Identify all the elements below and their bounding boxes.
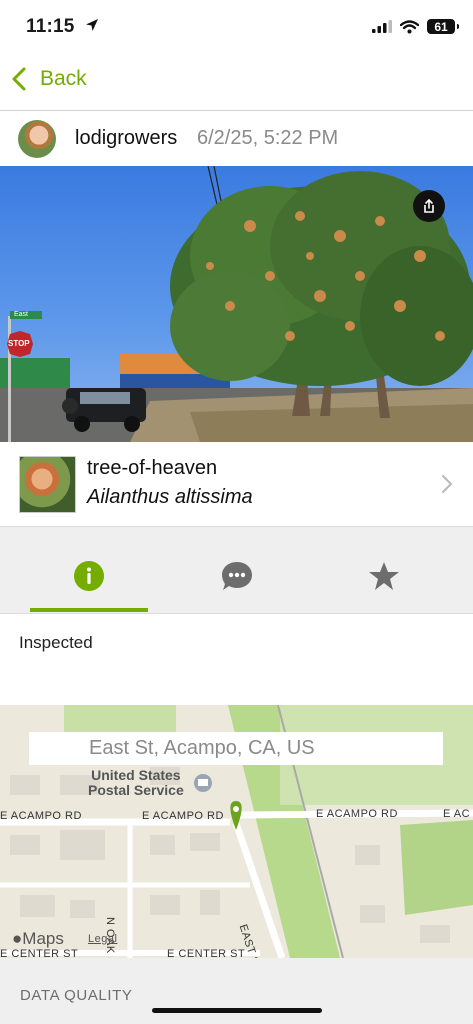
maps-attribution: ●Maps — [12, 929, 64, 948]
status-indicators: 61 — [372, 19, 459, 34]
share-button[interactable] — [413, 190, 445, 222]
divider — [0, 110, 473, 111]
taxon-scientific-name[interactable]: Ailanthus altissima — [87, 486, 253, 509]
username[interactable]: lodigrowers — [75, 127, 177, 150]
location-name: East St, Acampo, CA, US — [89, 737, 315, 759]
location-map[interactable]: East St, Acampo, CA, US United States Po… — [0, 705, 473, 958]
tab-comments[interactable] — [220, 560, 254, 597]
apple-logo-icon: ● — [12, 929, 23, 948]
observation-description: Inspected — [19, 633, 93, 652]
back-button[interactable]: Back — [10, 66, 87, 92]
observation-date: 6/2/25, 5:22 PM — [197, 127, 339, 149]
map-road-label: E CENTER ST — [167, 948, 246, 958]
map-road-label: E ACAMPO RD — [316, 808, 398, 820]
taxon-thumbnail[interactable] — [19, 456, 76, 513]
location-banner: East St, Acampo, CA, US — [29, 732, 443, 765]
signal-icon — [372, 20, 392, 33]
map-road-label: E CENTER ST — [0, 948, 79, 958]
chevron-left-icon — [12, 67, 26, 91]
taxon-common-name[interactable]: tree-of-heaven — [87, 457, 217, 480]
info-icon — [74, 561, 104, 591]
street-sign-text: East — [14, 311, 29, 318]
tree-photo-illustration — [0, 166, 473, 442]
star-icon — [369, 562, 399, 590]
map-poi-label: United States Postal Service — [88, 767, 184, 798]
location-arrow-icon — [86, 19, 99, 31]
map-road-label: E ACAMPO RD — [0, 810, 82, 822]
battery-icon: 61 — [427, 19, 459, 34]
chevron-right-icon[interactable] — [441, 474, 453, 494]
back-label: Back — [40, 67, 87, 90]
active-tab-indicator — [30, 608, 148, 612]
wifi-icon — [400, 19, 419, 33]
tab-info[interactable] — [73, 560, 105, 597]
maps-legal-link[interactable]: Legal — [88, 933, 117, 945]
map-road-label: E ACAMPO RD — [142, 810, 224, 822]
status-time: 11:15 — [26, 16, 100, 38]
avatar[interactable] — [18, 120, 56, 158]
comment-icon — [222, 562, 252, 590]
home-indicator[interactable] — [152, 1008, 322, 1013]
map-road-label: E AC — [443, 808, 471, 820]
tab-favorites[interactable] — [367, 560, 401, 597]
share-icon — [424, 198, 434, 213]
data-quality-heading: DATA QUALITY — [20, 987, 133, 1004]
stop-sign-text: STOP — [8, 339, 30, 348]
observation-photo[interactable]: East STOP — [0, 166, 473, 442]
